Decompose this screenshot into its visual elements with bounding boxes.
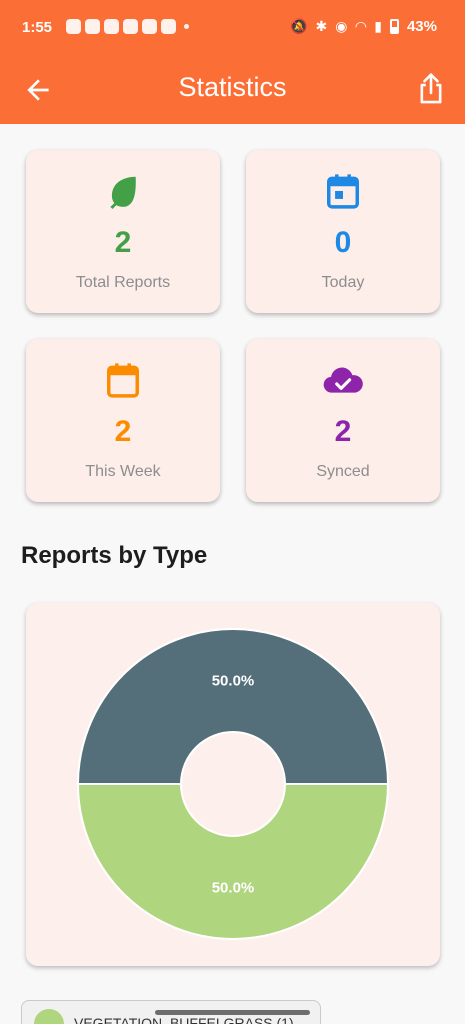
mute-icon: 🔕 (290, 18, 308, 34)
pie-slice (76, 628, 390, 785)
whatsapp-icon (161, 19, 176, 34)
page-title: Statistics (178, 72, 287, 102)
battery-icon (389, 19, 399, 34)
chat-icon (66, 19, 81, 34)
location-icon: ◉ (335, 18, 348, 34)
stat-label: This Week (85, 463, 161, 480)
slice-label: 50.0% (212, 673, 255, 690)
signal-icon: ▮ (374, 18, 382, 34)
system-icons: 🔕 ✱ ◉ ◠ ▮ 43% (290, 18, 437, 35)
stat-value: 2 (114, 226, 132, 259)
donut-chart: 50.0% 50.0% (76, 628, 390, 940)
messenger-icon (123, 19, 138, 34)
calendar-today-icon (327, 174, 359, 209)
slice-label: 50.0% (212, 880, 255, 897)
section-title: Reports by Type (21, 542, 208, 569)
share-icon (420, 73, 442, 104)
calendar-icon (107, 363, 139, 398)
wifi-icon: ◠ (355, 18, 367, 34)
battery-level: 43% (406, 18, 437, 35)
stat-card-synced: 2 Synced (246, 339, 440, 502)
dot-icon (184, 24, 189, 29)
pie-slice (76, 783, 390, 940)
legend-label: VEGETATION_BUFFELGRASS (1) (74, 1015, 294, 1024)
stat-value: 0 (334, 226, 352, 259)
stat-card-this-week: 2 This Week (26, 339, 220, 502)
stat-value: 2 (334, 415, 352, 448)
stat-label: Today (321, 274, 365, 291)
stat-card-total-reports: 2 Total Reports (26, 150, 220, 313)
stat-label: Synced (316, 463, 370, 480)
legend-swatch (34, 1009, 64, 1024)
stat-label: Total Reports (75, 274, 171, 291)
status-time: 1:55 (22, 19, 53, 36)
teams-icon (142, 19, 157, 34)
leaf-icon (110, 176, 136, 210)
notification-icons (66, 19, 189, 34)
share-button[interactable] (415, 72, 447, 106)
messenger-icon (104, 19, 119, 34)
app-bar: Statistics (0, 58, 465, 124)
stat-value: 2 (114, 415, 132, 448)
cloud-check-icon (323, 367, 363, 393)
status-bar: 1:55 🔕 ✱ ◉ ◠ ▮ 43% (0, 0, 465, 58)
stat-card-today: 0 Today (246, 150, 440, 313)
bluetooth-icon: ✱ (315, 18, 328, 34)
home-indicator[interactable] (155, 1010, 310, 1015)
whatsapp-icon (85, 19, 100, 34)
chart-card: 50.0% 50.0% (26, 603, 440, 966)
